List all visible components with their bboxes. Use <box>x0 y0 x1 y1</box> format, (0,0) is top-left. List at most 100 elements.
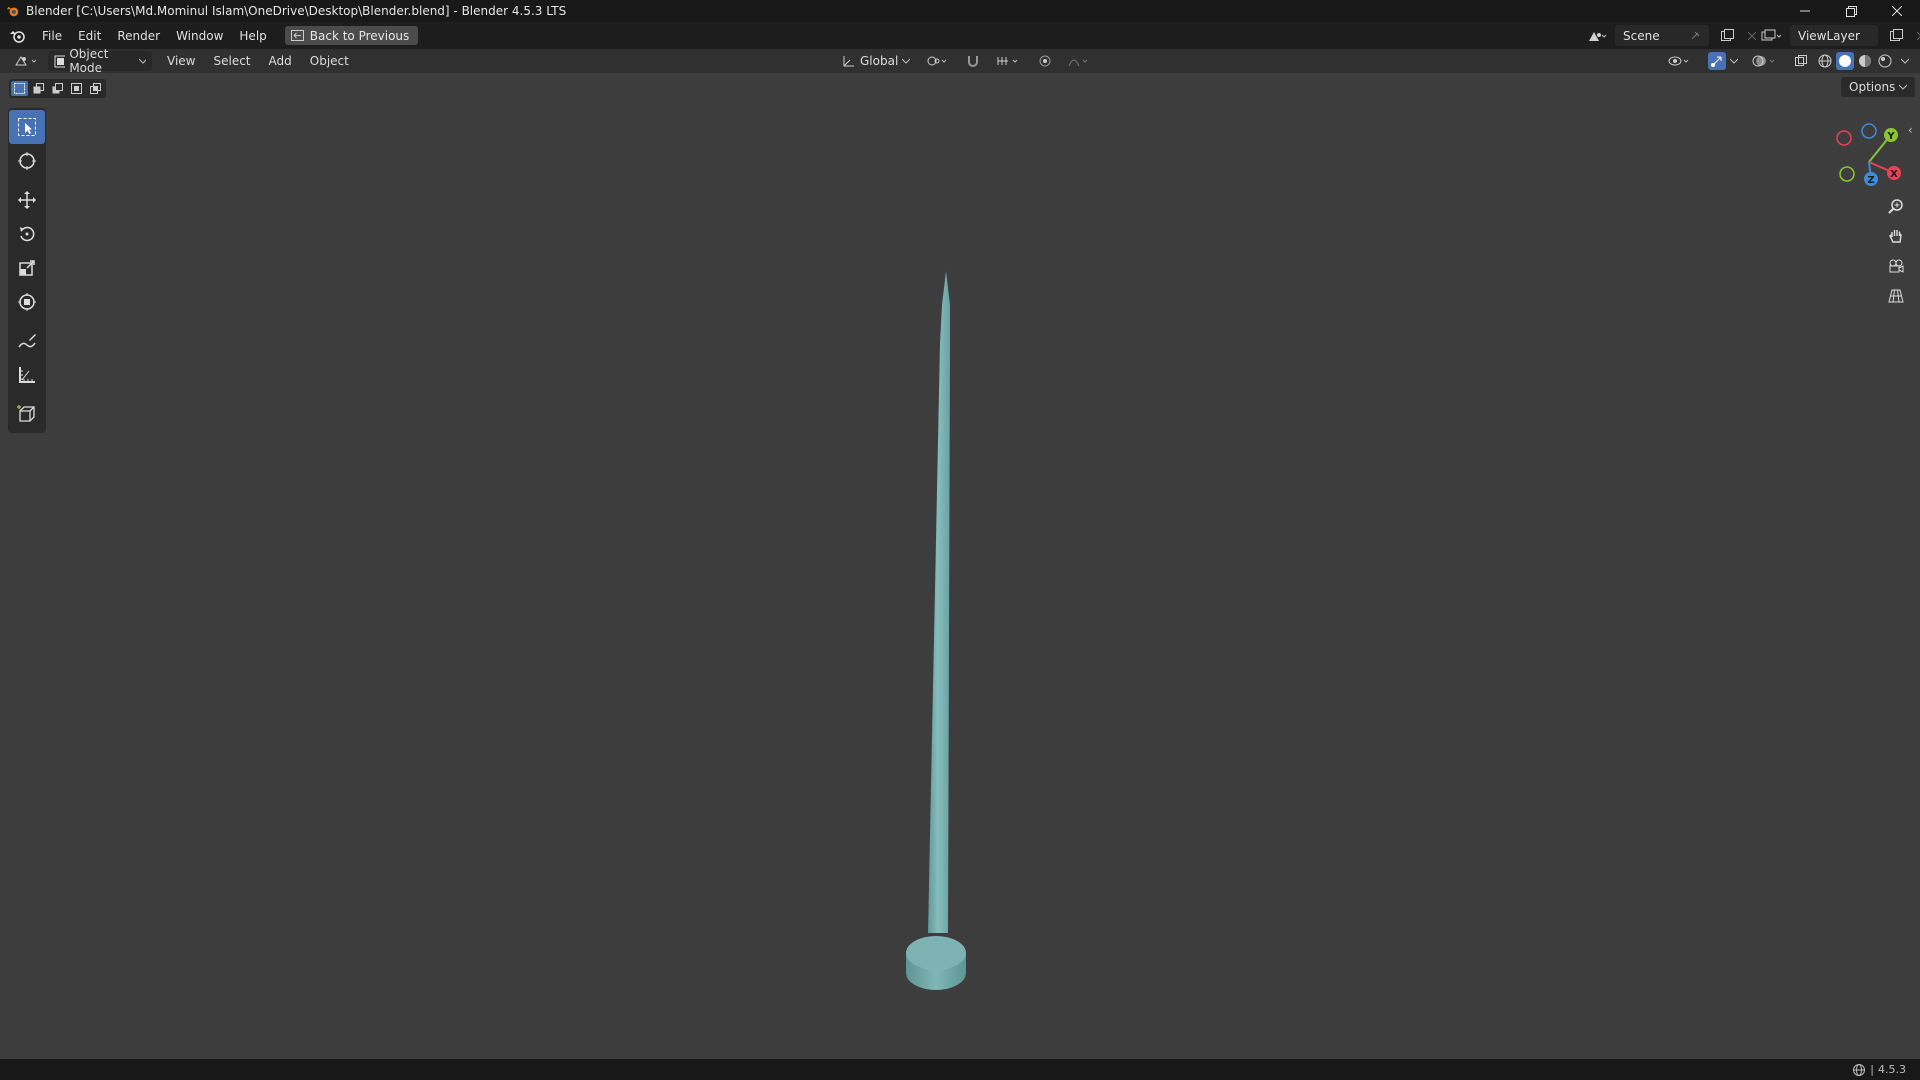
viewlayer-name: ViewLayer <box>1798 28 1860 43</box>
rendered-shading-icon[interactable] <box>1876 52 1894 70</box>
back-to-previous-button[interactable]: Back to Previous <box>284 26 419 45</box>
header-menu-view[interactable]: View <box>158 54 204 68</box>
globe-icon <box>1853 1063 1866 1076</box>
select-new-icon[interactable] <box>11 81 28 96</box>
proportional-editing-toggle[interactable] <box>1032 51 1058 71</box>
solid-shading-icon[interactable] <box>1836 52 1854 70</box>
3d-viewport[interactable]: Options ‹ Y X Z <box>0 73 1920 1059</box>
neg-y-axis-handle[interactable] <box>1839 166 1855 182</box>
menu-file[interactable]: File <box>34 29 70 43</box>
transform-orientation-label: Global <box>860 54 899 68</box>
delete-viewlayer-icon[interactable] <box>1914 25 1920 46</box>
object-mode-dropdown[interactable]: Object Mode <box>48 47 152 75</box>
pivot-point-dropdown[interactable] <box>920 51 956 71</box>
sidebar-toggle-icon[interactable]: ‹ <box>1908 123 1920 143</box>
snap-toggle[interactable] <box>960 51 986 71</box>
snap-target-dropdown[interactable] <box>990 51 1028 71</box>
snap-increment-icon <box>997 57 1018 65</box>
viewlayer-selector: ViewLayer <box>1760 25 1920 46</box>
select-subtract-icon[interactable] <box>49 81 66 96</box>
object-visibility-dropdown[interactable] <box>1662 51 1700 71</box>
window-title: Blender [C:\Users\Md.Mominul Islam\OneDr… <box>26 4 567 18</box>
menu-render[interactable]: Render <box>109 29 168 43</box>
select-invert-icon[interactable] <box>68 81 85 96</box>
scale-tool-icon[interactable] <box>9 251 45 285</box>
neg-z-axis-handle[interactable] <box>1861 123 1877 139</box>
viewlayer-name-field[interactable]: ViewLayer <box>1790 25 1878 46</box>
orientation-axes-icon <box>843 56 854 67</box>
select-intersect-icon[interactable] <box>87 81 104 96</box>
pin-icon[interactable] <box>1690 30 1701 41</box>
perspective-grid-icon[interactable] <box>1882 283 1910 309</box>
chevron-down-icon <box>139 58 146 64</box>
back-to-previous-label: Back to Previous <box>309 28 410 43</box>
gizmo-icon <box>1708 52 1726 70</box>
wireframe-shading-icon[interactable] <box>1816 52 1834 70</box>
transform-orientation-dropdown[interactable]: Global <box>836 51 916 71</box>
options-dropdown[interactable]: Options <box>1841 77 1916 97</box>
nail-mesh-object[interactable] <box>880 183 1000 993</box>
measure-tool-icon[interactable] <box>9 358 45 392</box>
proportional-falloff-dropdown[interactable] <box>1062 51 1098 71</box>
viewport-header: Object Mode View Select Add Object Globa… <box>0 47 1920 75</box>
viewport-display-tools <box>1662 51 1914 71</box>
annotate-tool-icon[interactable] <box>9 324 45 358</box>
z-axis-label: Z <box>1867 175 1874 186</box>
new-viewlayer-icon[interactable] <box>1884 25 1908 46</box>
editor-type-button[interactable] <box>8 51 46 71</box>
overlays-toggle[interactable] <box>1746 51 1786 71</box>
options-label: Options <box>1849 80 1896 94</box>
restore-icon[interactable] <box>1828 0 1874 22</box>
navigation-gizmo[interactable]: Y X Z <box>1828 119 1908 199</box>
3d-viewport-icon <box>15 56 37 66</box>
rotate-tool-icon[interactable] <box>9 217 45 251</box>
neg-x-axis-handle[interactable] <box>1836 130 1852 146</box>
chevron-down-icon <box>1730 58 1738 64</box>
eye-visibility-icon <box>1668 56 1689 66</box>
select-extend-icon[interactable] <box>30 81 47 96</box>
x-axis-label: X <box>1890 169 1898 180</box>
chevron-down-icon <box>1901 58 1909 64</box>
add-cube-tool-icon[interactable] <box>9 397 45 431</box>
menu-edit[interactable]: Edit <box>70 29 109 43</box>
statusbar: | 4.5.3 <box>0 1059 1920 1080</box>
navigation-buttons <box>1882 193 1910 309</box>
new-scene-icon[interactable] <box>1715 25 1739 46</box>
proportional-editing-icon <box>1039 55 1051 67</box>
selection-mode-buttons <box>9 79 106 98</box>
viewlayer-browse-icon[interactable] <box>1760 25 1784 46</box>
zoom-icon[interactable] <box>1882 193 1910 219</box>
scene-name-field[interactable]: Scene <box>1615 25 1709 46</box>
blender-menu-icon[interactable] <box>0 29 34 43</box>
y-axis-label: Y <box>1886 131 1895 142</box>
move-tool-icon[interactable] <box>9 183 45 217</box>
scene-browse-icon[interactable] <box>1585 25 1609 46</box>
overlays-icon <box>1752 55 1775 67</box>
xray-icon <box>1795 55 1807 66</box>
object-mode-label: Object Mode <box>69 47 109 75</box>
header-menu-select[interactable]: Select <box>204 54 259 68</box>
xray-toggle[interactable] <box>1788 51 1814 71</box>
chevron-down-icon <box>1899 84 1908 90</box>
header-menu-object[interactable]: Object <box>301 54 358 68</box>
statusbar-separator: | <box>1870 1063 1874 1076</box>
close-icon[interactable] <box>1874 0 1920 22</box>
menu-help[interactable]: Help <box>231 29 274 43</box>
shading-options-dropdown[interactable] <box>1896 52 1914 70</box>
camera-view-icon[interactable] <box>1882 253 1910 279</box>
menu-window[interactable]: Window <box>168 29 231 43</box>
material-preview-icon[interactable] <box>1856 52 1874 70</box>
select-box-tool-icon[interactable] <box>9 110 45 144</box>
delete-scene-icon[interactable] <box>1745 25 1759 46</box>
pan-hand-icon[interactable] <box>1882 223 1910 249</box>
nail-shaft <box>928 271 950 933</box>
scene-selector: Scene <box>1585 25 1759 46</box>
transform-tool-icon[interactable] <box>9 285 45 319</box>
minimize-icon[interactable] <box>1782 0 1828 22</box>
cursor-tool-icon[interactable] <box>9 144 45 178</box>
header-menu-add[interactable]: Add <box>260 54 301 68</box>
window-titlebar: Blender [C:\Users\Md.Mominul Islam\OneDr… <box>0 0 1920 22</box>
blender-logo-icon <box>6 6 19 17</box>
version-label: 4.5.3 <box>1878 1063 1906 1076</box>
gizmo-toggle[interactable] <box>1702 51 1744 71</box>
